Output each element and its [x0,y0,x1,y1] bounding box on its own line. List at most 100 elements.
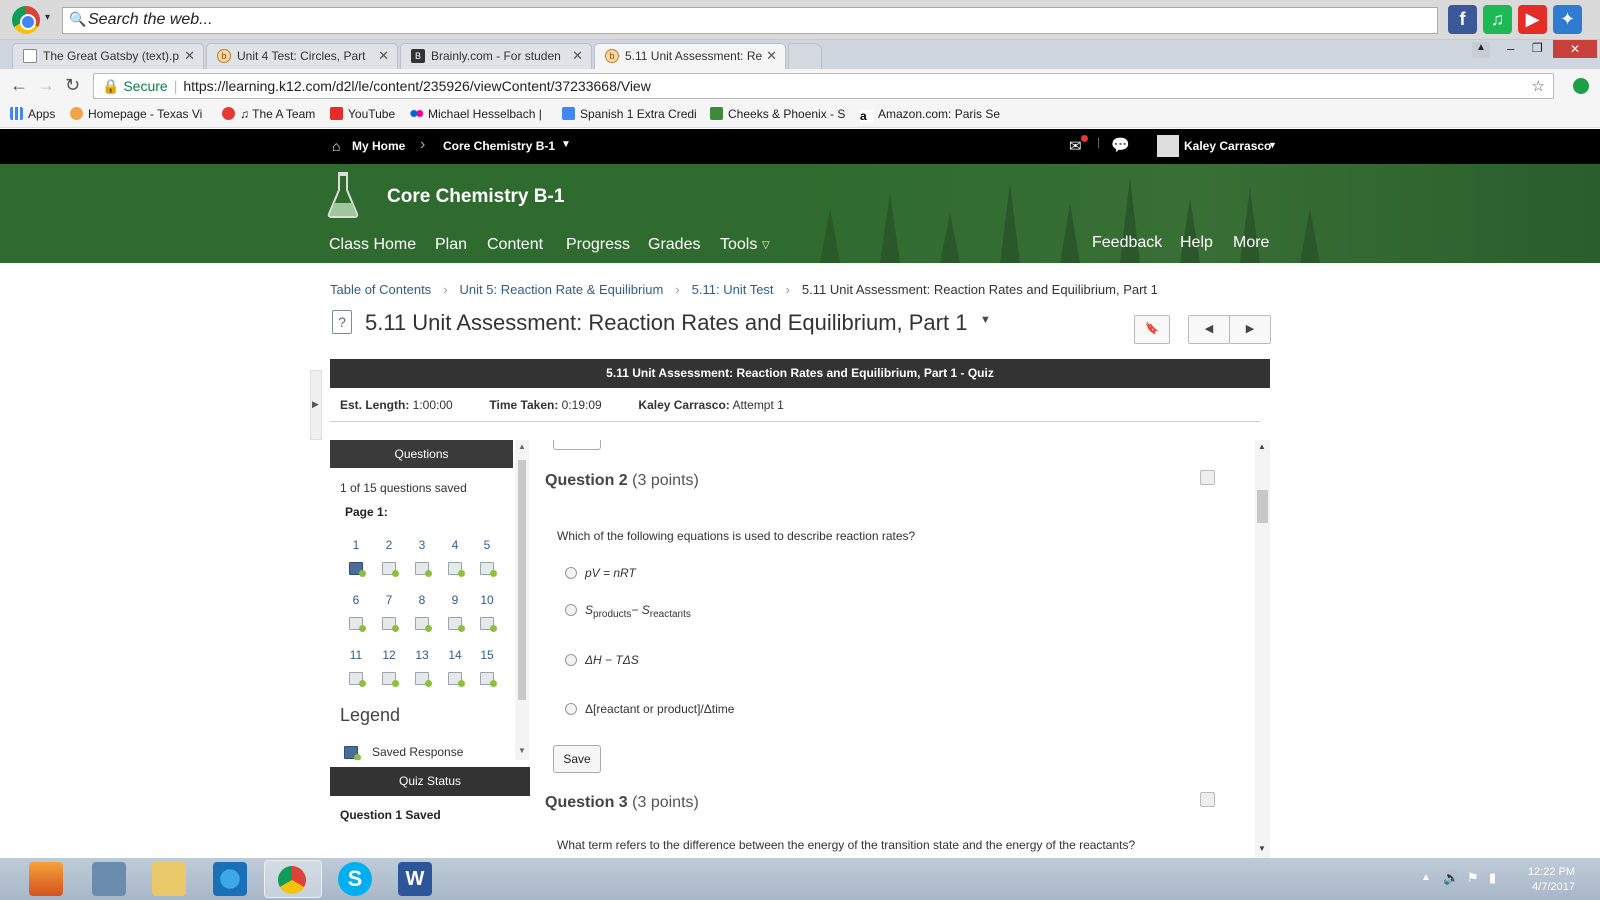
nav-class-home[interactable]: Class Home [329,236,416,254]
breadcrumb-table-of-contents[interactable]: Table of Contents [330,282,431,297]
scroll-down-icon[interactable]: ▼ [1258,844,1266,853]
avatar[interactable] [1157,135,1179,157]
question-link-11[interactable]: 11 [341,648,371,662]
new-tab-button[interactable] [788,43,822,69]
restore-icon[interactable]: ❐ [1532,41,1543,55]
tab-unit4-test[interactable]: b Unit 4 Test: Circles, Part ✕ [206,43,398,69]
radio-button[interactable] [565,604,577,616]
chrome-taskbar-button[interactable] [264,860,322,898]
unsaved-response-icon[interactable] [415,562,432,577]
question-link-15[interactable]: 15 [472,648,502,662]
my-home-link[interactable]: My Home [352,139,405,153]
unsaved-response-icon[interactable] [382,672,399,687]
word-icon[interactable]: W [398,862,432,896]
facebook-icon[interactable]: f [1448,5,1477,34]
extension-icon[interactable] [1573,78,1589,94]
tools-icon[interactable] [92,862,126,896]
saved-response-icon[interactable] [349,562,366,577]
scroll-down-icon[interactable]: ▼ [518,746,526,755]
web-search-input[interactable]: 🔍 Search the web... [62,7,1438,34]
tab-gatsby[interactable]: The Great Gatsby (text).p ✕ [12,43,204,69]
close-window-icon[interactable]: ✕ [1553,40,1597,58]
question-link-9[interactable]: 9 [440,593,470,607]
radio-button[interactable] [565,654,577,666]
question-link-2[interactable]: 2 [374,538,404,552]
title-dropdown-icon[interactable]: ▼ [980,314,991,326]
chevron-down-icon[interactable]: ▽ [762,240,770,251]
tray-arrow-icon[interactable]: ▲ [1421,872,1431,883]
breadcrumb-unit-test[interactable]: 5.11: Unit Test [692,282,774,297]
question-link-4[interactable]: 4 [440,538,470,552]
folder-icon[interactable] [152,862,186,896]
unsaved-response-icon[interactable] [349,672,366,687]
save-disk-icon[interactable] [1200,792,1215,807]
nav-tools[interactable]: Tools [720,236,757,254]
profile-icon[interactable]: ▲ [1472,42,1490,58]
save-disk-icon[interactable] [1200,470,1215,485]
question-link-7[interactable]: 7 [374,593,404,607]
nav-more[interactable]: More [1233,234,1269,252]
bookmark-hesselbach[interactable]: Michael Hesselbach | [410,107,542,121]
flag-icon[interactable]: ⚑ [1467,870,1479,886]
unsaved-response-icon[interactable] [448,617,465,632]
clock[interactable]: 12:22 PM 4/7/2017 [1528,865,1575,895]
nav-feedback[interactable]: Feedback [1092,234,1162,252]
tab-unit-assessment[interactable]: b 5.11 Unit Assessment: Re ✕ [594,43,786,69]
unsaved-response-icon[interactable] [382,562,399,577]
youtube-icon[interactable]: ▶ [1518,5,1547,34]
games-icon[interactable]: ✦ [1553,5,1582,34]
close-icon[interactable]: ✕ [378,48,389,64]
forward-icon[interactable]: → [37,75,55,96]
back-icon[interactable]: ← [10,75,28,96]
chrome-logo-icon[interactable] [12,6,40,34]
unsaved-response-icon[interactable] [415,672,432,687]
minimize-icon[interactable]: – [1507,41,1514,56]
radio-button[interactable] [565,567,577,579]
course-selector[interactable]: Core Chemistry B-1 [443,139,555,153]
url-field[interactable]: 🔒 Secure | https://learning.k12.com/d2l/le… [93,73,1554,99]
breadcrumb-unit5[interactable]: Unit 5: Reaction Rate & Equilibrium [460,282,664,297]
close-icon[interactable]: ✕ [184,48,195,64]
questions-scrollbar[interactable]: ▲ ▼ [515,440,529,760]
bookmark-button[interactable]: 🔖 [1134,315,1170,344]
volume-icon[interactable]: 🔊 [1443,870,1459,886]
close-icon[interactable]: ✕ [766,48,777,64]
chevron-down-icon[interactable]: ▼ [561,139,571,150]
question-link-8[interactable]: 8 [407,593,437,607]
question-link-14[interactable]: 14 [440,648,470,662]
bookmark-homepage[interactable]: Homepage - Texas Vi [70,107,202,121]
scroll-up-icon[interactable]: ▲ [518,442,526,451]
scroll-thumb[interactable] [1257,490,1268,523]
network-icon[interactable]: ▮ [1489,870,1496,886]
tab-brainly[interactable]: B Brainly.com - For studen ✕ [400,43,592,69]
music-icon[interactable]: ♫ [1483,5,1512,34]
question-link-1[interactable]: 1 [341,538,371,552]
question-link-6[interactable]: 6 [341,593,371,607]
nav-help[interactable]: Help [1180,234,1213,252]
scroll-thumb[interactable] [518,460,526,700]
internet-explorer-icon[interactable] [213,862,247,896]
messages-icon[interactable]: 💬 [1111,136,1130,154]
bookmark-a-team[interactable]: ♫ The A Team [222,107,315,121]
question-link-5[interactable]: 5 [472,538,502,552]
unsaved-response-icon[interactable] [349,617,366,632]
previous-save-button[interactable] [553,440,601,450]
question-link-13[interactable]: 13 [407,648,437,662]
next-topic-button[interactable]: ▶ [1229,315,1271,344]
notifications-icon[interactable]: ✉ [1069,137,1082,155]
question-link-10[interactable]: 10 [472,593,502,607]
unsaved-response-icon[interactable] [480,672,497,687]
bookmark-youtube[interactable]: YouTube [330,107,395,121]
chevron-down-icon[interactable]: ▼ [1268,140,1277,150]
save-button[interactable]: Save [553,745,601,773]
question-link-12[interactable]: 12 [374,648,404,662]
unsaved-response-icon[interactable] [448,562,465,577]
start-icon[interactable] [29,862,63,896]
unsaved-response-icon[interactable] [480,617,497,632]
question-scrollbar[interactable]: ▲ ▼ [1255,440,1270,858]
bookmark-spanish[interactable]: Spanish 1 Extra Credi [562,107,697,121]
bookmark-amazon[interactable]: a Amazon.com: Paris Se [860,107,1000,123]
skype-icon[interactable]: S [338,862,372,896]
question-link-3[interactable]: 3 [407,538,437,552]
nav-progress[interactable]: Progress [566,236,630,254]
